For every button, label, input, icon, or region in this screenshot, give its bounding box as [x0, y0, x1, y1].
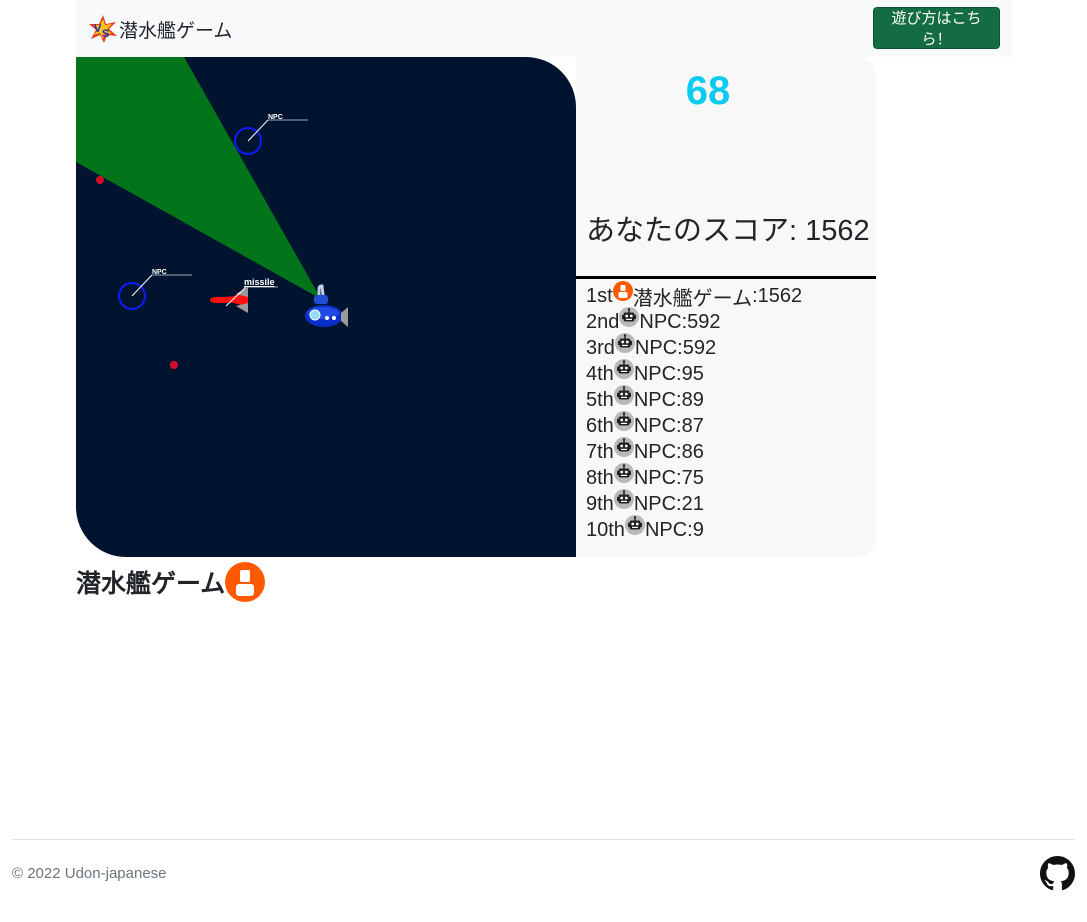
rank-position: 3rd: [586, 336, 615, 359]
rank-player-name: NPC: [644, 518, 688, 541]
rank-position: 7th: [586, 440, 614, 463]
rank-score: 9: [692, 518, 704, 541]
rank-player-name: NPC: [633, 414, 677, 437]
ranking-row: 9th NPC: 21: [586, 489, 802, 517]
ranking-row: 3rd NPC: 592: [586, 333, 802, 361]
robot-icon: [613, 359, 634, 379]
robot-icon: [619, 307, 640, 327]
ranking-row: 7th NPC: 86: [586, 437, 802, 465]
robot-icon: [613, 411, 634, 431]
rank-score: 87: [681, 414, 704, 437]
rank-position: 1st: [586, 284, 613, 307]
game-canvas[interactable]: NPC NPC missile: [76, 57, 576, 557]
missile-label: missile: [244, 277, 275, 287]
rank-player-name: NPC: [634, 336, 678, 359]
rank-score: 592: [687, 310, 721, 333]
rank-player-name: 潜水艦ゲーム: [632, 287, 753, 310]
rank-player-name: NPC: [633, 440, 677, 463]
your-score: あなたのスコア: 1562: [586, 215, 870, 247]
rank-score: 21: [681, 492, 704, 515]
vs-logo-icon: V S: [88, 14, 118, 44]
ranking-list: 1st 潜水艦ゲーム: 1562 2nd NPC: 592 3rd NPC: 592 4th…: [586, 281, 803, 543]
rank-player-name: NPC: [633, 466, 677, 489]
divider: [576, 276, 876, 279]
ranking-row: 4th NPC: 95: [586, 359, 802, 387]
rank-player-name: NPC: [633, 492, 677, 515]
robot-icon: [613, 385, 634, 405]
svg-text:S: S: [102, 28, 109, 40]
ranking-row: 5th NPC: 89: [586, 385, 802, 413]
red-dot: [96, 176, 104, 184]
missile: missile: [210, 277, 278, 313]
ranking-row: 10th NPC: 9: [586, 515, 802, 543]
rank-position: 9th: [586, 492, 614, 515]
rank-position: 6th: [586, 414, 614, 437]
ranking-row: 8th NPC: 75: [586, 463, 802, 491]
npc-label: NPC: [268, 114, 283, 121]
sonar-beam: [76, 57, 321, 299]
robot-icon: [613, 489, 634, 509]
brand-title: 潜水艦ゲーム: [119, 20, 233, 42]
robot-icon: [624, 515, 645, 535]
rank-player-name: NPC: [633, 362, 677, 385]
npc-enemy: NPC: [234, 114, 308, 155]
player-name: 潜水艦ゲーム: [76, 570, 226, 598]
score-panel: 68 あなたのスコア: 1562 1st 潜水艦ゲーム: 1562 2nd NPC: …: [576, 57, 876, 557]
brand-link[interactable]: V S 潜水艦ゲーム: [88, 14, 232, 44]
copyright: © 2022 Udon-japanese: [12, 865, 167, 882]
rank-position: 2nd: [586, 310, 620, 333]
github-icon[interactable]: [1040, 856, 1075, 891]
rank-score: 1562: [757, 284, 803, 307]
robot-icon: [613, 437, 634, 457]
rank-score: 75: [681, 466, 704, 489]
navbar: V S 潜水艦ゲーム 遊び方はこちら！: [76, 0, 1012, 57]
npc-enemy: NPC: [118, 269, 192, 310]
rank-score: 95: [681, 362, 704, 385]
ranking-row: 2nd NPC: 592: [586, 307, 802, 335]
red-dot: [170, 361, 178, 369]
rank-score: 89: [681, 388, 704, 411]
rank-position: 5th: [586, 388, 614, 411]
rank-player-name: NPC: [633, 388, 677, 411]
rank-position: 4th: [586, 362, 614, 385]
svg-text:V: V: [94, 23, 102, 35]
robot-icon: [614, 333, 635, 353]
countdown-timer: 68: [685, 69, 731, 113]
npc-label: NPC: [152, 269, 167, 276]
rank-score: 592: [682, 336, 717, 359]
footer-divider: [12, 839, 1075, 840]
rank-position: 10th: [586, 518, 625, 541]
rank-player-name: NPC: [639, 310, 682, 333]
ranking-row: 1st 潜水艦ゲーム: 1562: [586, 281, 803, 310]
rank-position: 8th: [586, 466, 614, 489]
how-to-play-button[interactable]: 遊び方はこちら！: [873, 7, 1000, 49]
robot-icon: [613, 463, 634, 483]
ranking-row: 6th NPC: 87: [586, 411, 802, 439]
user-avatar-icon: [225, 562, 266, 602]
player-info: 潜水艦ゲーム: [76, 562, 266, 602]
rank-score: 86: [681, 440, 704, 463]
user-icon: [612, 281, 633, 301]
